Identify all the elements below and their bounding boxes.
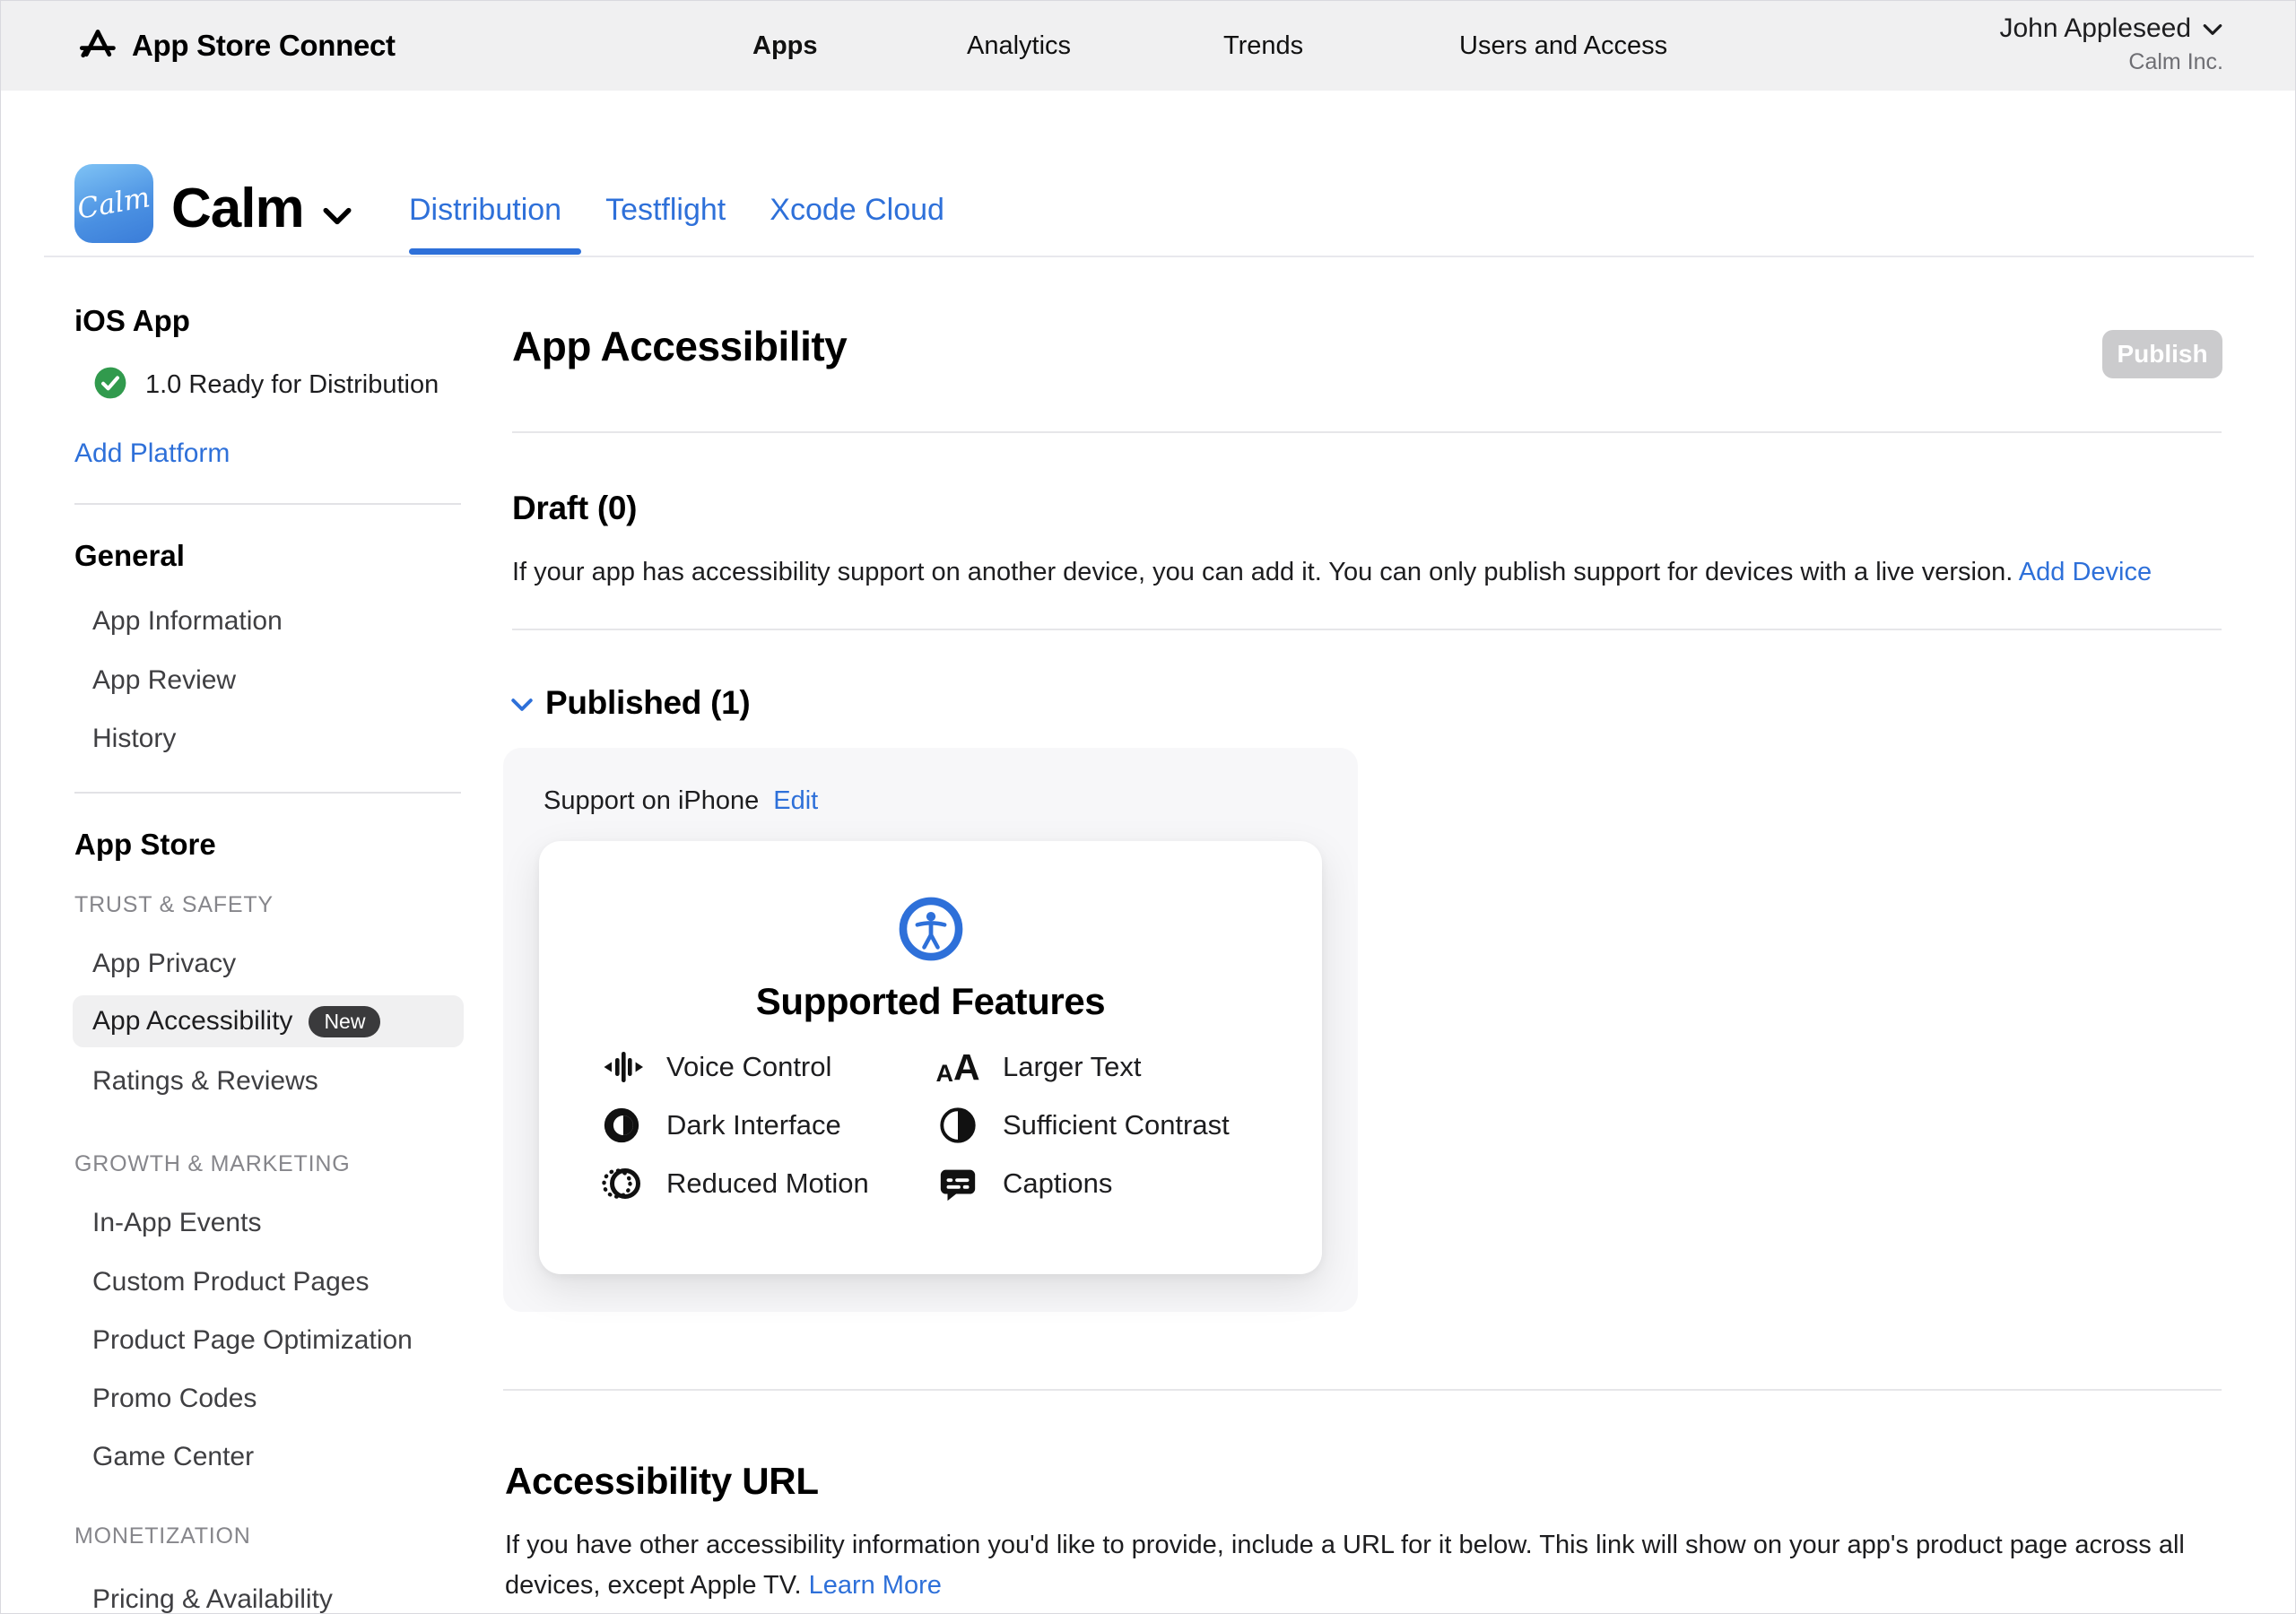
supported-features-heading: Supported Features [539, 980, 1322, 1023]
feature-captions: Captions [936, 1162, 1112, 1205]
brand-title: App Store Connect [132, 29, 396, 63]
app-store-connect-logo-icon [76, 23, 117, 69]
nav-analytics[interactable]: Analytics [967, 1, 1071, 91]
sidebar-section-monetization: MONETIZATION [74, 1523, 251, 1549]
section-divider [512, 629, 2222, 630]
version-status-text: 1.0 Ready for Distribution [145, 370, 439, 400]
feature-dark-interface: Dark Interface [600, 1104, 841, 1147]
sidebar-item-app-accessibility-selected[interactable]: App Accessibility New [73, 995, 464, 1047]
app-switcher[interactable]: Calm [171, 177, 352, 240]
sidebar-item-ratings-reviews[interactable]: Ratings & Reviews [92, 1066, 318, 1097]
accessibility-url-description: If you have other accessibility informat… [505, 1525, 2200, 1606]
add-platform-link[interactable]: Add Platform [74, 438, 230, 469]
chevron-down-icon [2202, 13, 2223, 44]
sidebar-item-product-page-optimization[interactable]: Product Page Optimization [92, 1325, 413, 1356]
sufficient-contrast-icon [936, 1104, 979, 1147]
app-tabs: Distribution Testflight Xcode Cloud [409, 193, 944, 228]
published-support-card: Support on iPhone Edit Supported Feature… [503, 748, 1358, 1312]
tab-distribution[interactable]: Distribution [409, 193, 561, 228]
feature-reduced-motion: Reduced Motion [600, 1162, 869, 1205]
top-navigation-bar: App Store Connect Apps Analytics Trends … [1, 1, 2296, 91]
accessibility-icon [898, 896, 964, 967]
publish-button[interactable]: Publish [2102, 330, 2222, 378]
draft-description-text: If your app has accessibility support on… [512, 558, 2013, 586]
sidebar-divider [74, 503, 461, 505]
sidebar-section-trust-safety: TRUST & SAFETY [74, 892, 274, 918]
calm-app-icon-label: Calm [75, 181, 153, 226]
calm-app-icon: Calm [74, 164, 153, 243]
feature-label: Voice Control [666, 1051, 831, 1083]
sidebar-item-promo-codes[interactable]: Promo Codes [92, 1384, 257, 1414]
checkmark-circle-icon [93, 366, 127, 404]
nav-apps[interactable]: Apps [752, 1, 818, 91]
sidebar-section-growth-marketing: GROWTH & MARKETING [74, 1151, 350, 1177]
accessibility-url-description-text: If you have other accessibility informat… [505, 1531, 2185, 1600]
accessibility-url-heading: Accessibility URL [505, 1460, 819, 1503]
sidebar-item-app-privacy[interactable]: App Privacy [92, 949, 236, 979]
feature-voice-control: Voice Control [600, 1046, 831, 1089]
tab-xcode-cloud[interactable]: Xcode Cloud [770, 193, 944, 228]
published-heading: Published (1) [545, 684, 750, 722]
sidebar-item-game-center[interactable]: Game Center [92, 1442, 254, 1472]
sidebar-item-pricing-availability[interactable]: Pricing & Availability [92, 1584, 333, 1614]
sidebar-item-app-review[interactable]: App Review [92, 665, 236, 696]
sidebar-divider [74, 792, 461, 794]
published-collapse-chevron-icon[interactable] [510, 696, 534, 718]
captions-icon [936, 1162, 979, 1205]
feature-label: Reduced Motion [666, 1167, 869, 1200]
page-title: App Accessibility [512, 322, 847, 370]
sidebar-item-app-accessibility-label: App Accessibility [92, 1006, 292, 1037]
feature-label: Captions [1003, 1167, 1112, 1200]
tab-testflight[interactable]: Testflight [605, 193, 726, 228]
app-store-connect-page: App Store Connect Apps Analytics Trends … [0, 0, 2296, 1614]
app-store-connect-brand[interactable]: App Store Connect [76, 1, 396, 91]
sidebar-heading-app-store: App Store [74, 828, 216, 862]
reduced-motion-icon [600, 1162, 643, 1205]
header-divider [44, 256, 2254, 257]
learn-more-link[interactable]: Learn More [809, 1571, 942, 1600]
feature-larger-text: AA Larger Text [936, 1046, 1142, 1089]
feature-label: Sufficient Contrast [1003, 1109, 1230, 1141]
account-organization: Calm Inc. [1999, 49, 2223, 75]
section-divider [512, 431, 2222, 433]
app-name: Calm [171, 177, 304, 240]
sidebar-item-in-app-events[interactable]: In-App Events [92, 1208, 261, 1238]
sidebar-heading-ios-app: iOS App [74, 304, 190, 338]
dark-interface-icon [600, 1104, 643, 1147]
draft-description: If your app has accessibility support on… [512, 552, 2222, 593]
add-device-link[interactable]: Add Device [2019, 558, 2152, 586]
chevron-down-icon [322, 177, 352, 240]
feature-label: Dark Interface [666, 1109, 841, 1141]
version-status: 1.0 Ready for Distribution [93, 366, 439, 404]
feature-label: Larger Text [1003, 1051, 1142, 1083]
supported-features-card: Supported Features Voice Control AA [539, 841, 1322, 1274]
nav-users-and-access[interactable]: Users and Access [1459, 1, 1667, 91]
edit-link[interactable]: Edit [773, 786, 818, 816]
voice-control-icon [600, 1046, 643, 1089]
section-divider [503, 1389, 2222, 1391]
larger-text-icon: AA [936, 1046, 979, 1089]
sidebar-item-custom-product-pages[interactable]: Custom Product Pages [92, 1267, 369, 1297]
account-menu[interactable]: John Appleseed Calm Inc. [1999, 13, 2223, 75]
account-name: John Appleseed [1999, 13, 2191, 44]
draft-heading: Draft (0) [512, 490, 637, 527]
support-on-iphone-label: Support on iPhone [544, 786, 759, 816]
feature-sufficient-contrast: Sufficient Contrast [936, 1104, 1230, 1147]
active-tab-underline [409, 248, 581, 255]
sidebar-item-history[interactable]: History [92, 724, 176, 754]
sidebar-item-app-information[interactable]: App Information [92, 606, 283, 637]
sidebar-heading-general: General [74, 539, 185, 573]
nav-trends[interactable]: Trends [1223, 1, 1303, 91]
new-badge: New [309, 1006, 380, 1037]
